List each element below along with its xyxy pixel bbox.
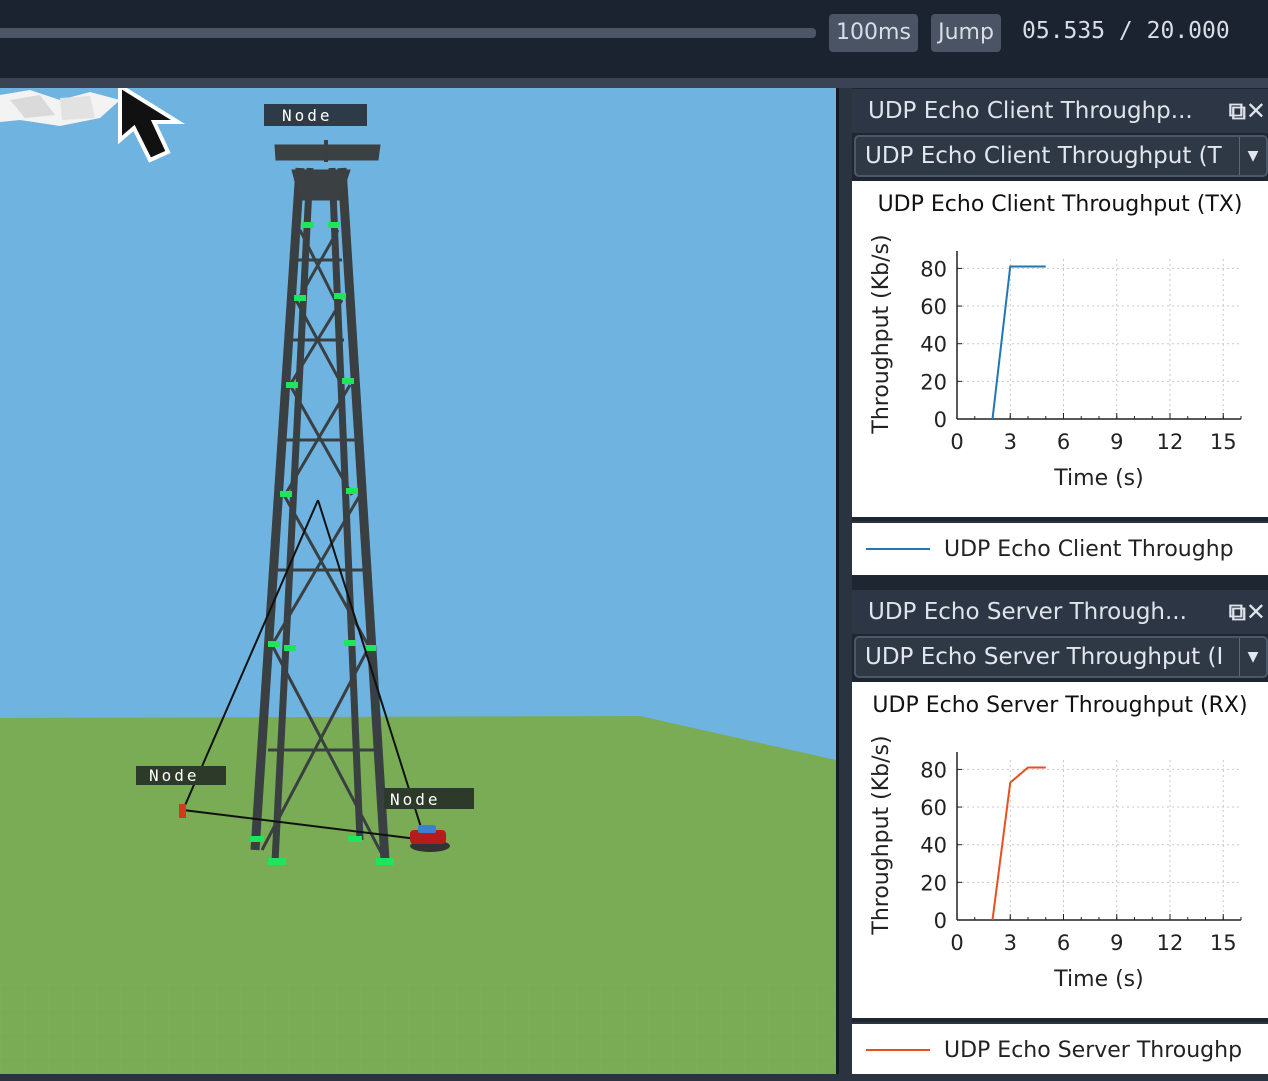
x-axis-label: Time (s): [1053, 967, 1143, 992]
chart-title: UDP Echo Server Throughput (RX): [872, 693, 1247, 718]
series-line: [991, 766, 1046, 921]
float-icon[interactable]: ⧉: [1229, 598, 1246, 626]
chart-area: UDP Echo Server Throughput (RX) 0 20 40 60 80…: [852, 682, 1268, 1018]
y-axis-label: Throughput (Kb/s): [869, 234, 894, 434]
series-select-value: UDP Echo Server Throughput (I: [865, 644, 1224, 670]
series-select[interactable]: UDP Echo Server Throughput (I ▼: [854, 636, 1268, 678]
timeline-slider[interactable]: [0, 28, 816, 38]
bottom-border: [0, 1074, 1268, 1081]
node-label-left: Node: [149, 766, 200, 785]
y-tick-label: 80: [920, 758, 947, 782]
client-throughput-dock: UDP Echo Client Throughp... ⧉✕ UDP Echo …: [852, 89, 1268, 575]
chart-title: UDP Echo Client Throughput (TX): [878, 192, 1243, 217]
chart-area: UDP Echo Client Throughput (TX) 0 20 40 60 80…: [852, 181, 1268, 517]
playback-toolbar: 100ms Jump 05.535 / 20.000: [0, 0, 1268, 78]
x-tick-label: 9: [1110, 430, 1123, 454]
server-throughput-dock: UDP Echo Server Through... ⧉✕ UDP Echo S…: [852, 590, 1268, 1076]
node-marker[interactable]: [179, 804, 186, 818]
x-tick-label: 12: [1157, 931, 1184, 955]
series-select[interactable]: UDP Echo Client Throughput (T ▼: [854, 135, 1268, 177]
chevron-down-icon[interactable]: ▼: [1239, 638, 1266, 676]
series-select-value: UDP Echo Client Throughput (T: [865, 143, 1222, 169]
x-tick-label: 15: [1210, 430, 1237, 454]
y-tick-label: 60: [920, 796, 947, 820]
close-icon[interactable]: ✕: [1246, 598, 1266, 626]
dock-splitter[interactable]: [836, 88, 852, 1074]
y-tick-label: 0: [934, 909, 947, 933]
legend-label: UDP Echo Server Throughp: [944, 1038, 1242, 1063]
chevron-down-icon[interactable]: ▼: [1239, 137, 1266, 175]
x-tick-label: 6: [1057, 931, 1070, 955]
dock-title-text: UDP Echo Client Throughp...: [868, 98, 1193, 124]
x-tick-label: 3: [1004, 430, 1017, 454]
scene-viewport[interactable]: Node Node Node: [0, 88, 836, 1074]
step-size-button[interactable]: 100ms: [829, 14, 918, 52]
y-tick-label: 80: [920, 257, 947, 281]
toolbar-separator: [0, 78, 1268, 88]
throughput-chart: UDP Echo Client Throughput (TX)020406080…: [869, 192, 1243, 491]
y-axis-label: Throughput (Kb/s): [869, 735, 894, 935]
dock-title: UDP Echo Client Throughp...: [852, 89, 1268, 133]
legend-label: UDP Echo Client Throughp: [944, 537, 1234, 562]
x-tick-label: 3: [1004, 931, 1017, 955]
float-icon[interactable]: ⧉: [1229, 97, 1246, 125]
dock-controls: ⧉✕: [1229, 590, 1266, 634]
y-tick-label: 20: [920, 871, 947, 895]
node-label-top: Node: [282, 106, 333, 125]
scene-canvas: Node Node Node: [0, 88, 836, 1074]
x-tick-label: 6: [1057, 430, 1070, 454]
y-tick-label: 60: [920, 295, 947, 319]
x-axis-label: Time (s): [1053, 466, 1143, 491]
x-tick-label: 9: [1110, 931, 1123, 955]
x-tick-label: 0: [950, 931, 963, 955]
chart-legend: UDP Echo Server Throughp: [852, 1022, 1268, 1076]
ground-grid: [0, 980, 836, 1074]
x-tick-label: 12: [1157, 430, 1184, 454]
x-tick-label: 0: [950, 430, 963, 454]
y-tick-label: 0: [934, 408, 947, 432]
chart-legend: UDP Echo Client Throughp: [852, 521, 1268, 575]
time-readout: 05.535 / 20.000: [1022, 18, 1230, 44]
throughput-chart: UDP Echo Server Throughput (RX)020406080…: [869, 693, 1248, 992]
series-line: [991, 265, 1046, 420]
y-tick-label: 40: [920, 333, 947, 357]
dock-controls: ⧉✕: [1229, 89, 1266, 133]
dock-title-text: UDP Echo Server Through...: [868, 599, 1187, 625]
dock-title: UDP Echo Server Through...: [852, 590, 1268, 634]
x-tick-label: 15: [1210, 931, 1237, 955]
close-icon[interactable]: ✕: [1246, 97, 1266, 125]
y-tick-label: 40: [920, 834, 947, 858]
node-label-car: Node: [390, 790, 441, 809]
y-tick-label: 20: [920, 370, 947, 394]
jump-button[interactable]: Jump: [931, 14, 1001, 52]
